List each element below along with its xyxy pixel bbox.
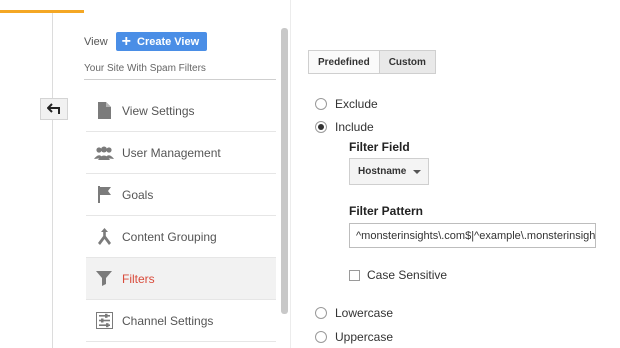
site-divider bbox=[84, 79, 276, 80]
lowercase-radio[interactable] bbox=[315, 307, 327, 319]
nav-item-view-settings[interactable]: View Settings bbox=[86, 90, 276, 132]
filter-field-dropdown[interactable]: Hostname bbox=[349, 158, 429, 185]
funnel-icon bbox=[94, 269, 114, 289]
document-icon bbox=[94, 101, 114, 121]
case-sensitive-checkbox[interactable] bbox=[349, 269, 360, 281]
include-radio[interactable] bbox=[315, 121, 327, 133]
panel-divider bbox=[290, 0, 291, 348]
uppercase-radio[interactable] bbox=[315, 331, 327, 343]
users-icon bbox=[94, 143, 114, 163]
filter-field-value: Hostname bbox=[358, 166, 407, 177]
filter-field-heading: Filter Field bbox=[349, 140, 410, 154]
include-option[interactable]: Include bbox=[315, 120, 374, 134]
flag-icon bbox=[94, 185, 114, 205]
lowercase-label: Lowercase bbox=[335, 306, 394, 320]
nav-label: Filters bbox=[122, 271, 155, 286]
sidebar-scrollbar[interactable] bbox=[281, 28, 288, 314]
nav-item-goals[interactable]: Goals bbox=[86, 174, 276, 216]
exclude-option[interactable]: Exclude bbox=[315, 97, 378, 111]
tab-predefined[interactable]: Predefined bbox=[308, 50, 380, 74]
plus-icon: + bbox=[121, 32, 131, 50]
caret-down-icon bbox=[413, 170, 421, 174]
nav-label: View Settings bbox=[122, 103, 195, 118]
view-header: View + Create View bbox=[84, 32, 208, 51]
top-accent-bar bbox=[0, 10, 84, 13]
nav-item-filters[interactable]: Filters bbox=[86, 258, 276, 300]
nav-label: User Management bbox=[122, 145, 221, 160]
exclude-label: Exclude bbox=[335, 97, 378, 111]
nav-item-channel-settings[interactable]: Channel Settings bbox=[86, 300, 276, 342]
filter-pattern-heading: Filter Pattern bbox=[349, 204, 424, 218]
filter-type-tabs: Predefined Custom bbox=[308, 50, 436, 74]
nav-label: Goals bbox=[122, 187, 154, 202]
nav-label: Channel Settings bbox=[122, 313, 214, 328]
nav-item-user-management[interactable]: User Management bbox=[86, 132, 276, 174]
lowercase-option[interactable]: Lowercase bbox=[315, 306, 393, 320]
tab-custom[interactable]: Custom bbox=[379, 50, 436, 74]
nav-item-content-grouping[interactable]: Content Grouping bbox=[86, 216, 276, 258]
view-label: View bbox=[84, 35, 108, 48]
back-arrow-icon bbox=[47, 103, 60, 114]
uppercase-label: Uppercase bbox=[335, 330, 394, 344]
gutter-divider bbox=[52, 13, 53, 348]
channel-settings-icon bbox=[94, 311, 114, 331]
exclude-radio[interactable] bbox=[315, 98, 327, 110]
back-button[interactable] bbox=[40, 98, 68, 120]
admin-nav: View Settings User Management Goals Cont… bbox=[86, 90, 276, 342]
case-sensitive-label: Case Sensitive bbox=[367, 268, 448, 282]
site-name: Your Site With Spam Filters bbox=[84, 63, 206, 74]
case-sensitive-option[interactable]: Case Sensitive bbox=[349, 268, 447, 282]
content-grouping-icon bbox=[94, 227, 114, 247]
filter-pattern-input[interactable]: ^monsterinsights\.com$|^example\.monster… bbox=[349, 223, 596, 248]
uppercase-option[interactable]: Uppercase bbox=[315, 330, 393, 344]
create-view-button[interactable]: + Create View bbox=[115, 32, 208, 51]
create-view-label: Create View bbox=[137, 35, 200, 48]
nav-label: Content Grouping bbox=[122, 229, 217, 244]
include-label: Include bbox=[335, 120, 374, 134]
